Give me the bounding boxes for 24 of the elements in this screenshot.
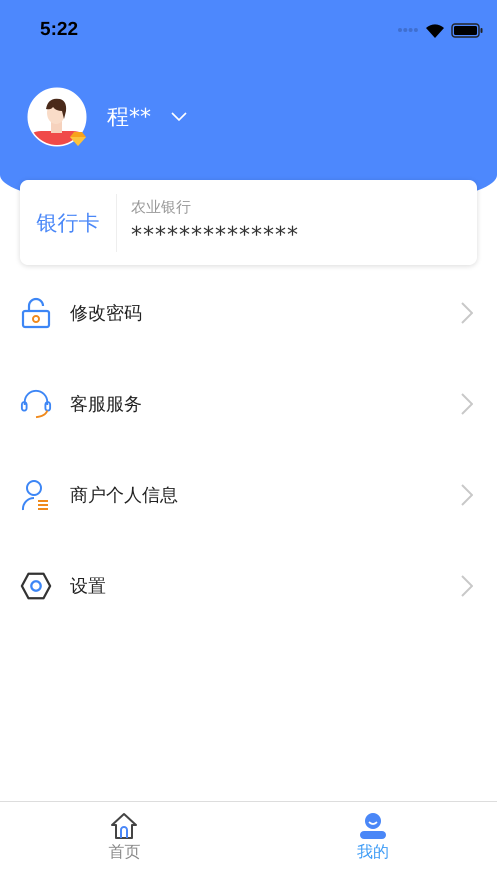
menu-item[interactable]: 设置 (70, 574, 443, 598)
menu-item[interactable]: 客服服务 (70, 392, 443, 416)
menu-item[interactable]: 商户个人信息 (70, 482, 443, 506)
chevron-down-icon[interactable] (171, 112, 187, 122)
headset-icon (20, 388, 52, 420)
menu-item[interactable]: 修改密码 (70, 300, 443, 324)
home-icon (110, 812, 138, 840)
battery-icon (451, 22, 483, 38)
chevron-right-icon (461, 574, 473, 596)
settings-icon (20, 570, 52, 602)
chevron-right-icon (461, 302, 473, 324)
wifi-icon (425, 22, 445, 38)
status-time: 5:22 (40, 19, 80, 41)
chevron-right-icon (461, 484, 473, 506)
tab[interactable]: 首页 (0, 802, 248, 883)
card-label: 银行卡 (36, 210, 100, 236)
lock-icon (20, 296, 52, 328)
card-number: ************** (131, 222, 299, 248)
signal-icon (397, 27, 419, 33)
chevron-right-icon (461, 392, 473, 414)
user-icon (358, 812, 387, 840)
avatar-icon[interactable] (27, 87, 87, 147)
bank-card[interactable]: 银行卡 农业银行 ************** (20, 180, 477, 265)
bank-name: 农业银行 (131, 198, 192, 216)
